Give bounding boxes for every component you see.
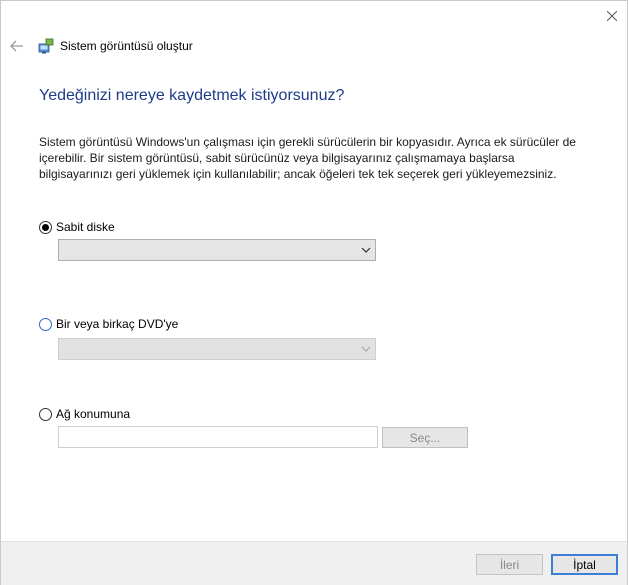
hard-disk-dropdown[interactable] [58, 239, 376, 261]
back-arrow-icon [10, 40, 23, 52]
next-button: İleri [476, 554, 543, 575]
network-radio[interactable] [39, 407, 52, 421]
system-image-icon [38, 38, 54, 54]
window-title: Sistem görüntüsü oluştur [60, 39, 193, 53]
chevron-down-icon [361, 346, 371, 352]
dialog-footer: İleri İptal [1, 541, 627, 585]
description-text: Sistem görüntüsü Windows'un çalışması iç… [39, 135, 576, 181]
network-path-input [58, 426, 378, 448]
dvd-dropdown [58, 338, 376, 360]
dialog-window: Sistem görüntüsü oluştur Yedeğinizi nere… [0, 0, 628, 585]
dvd-label[interactable]: Bir veya birkaç DVD'ye [56, 317, 178, 331]
dvd-radio[interactable] [39, 317, 52, 331]
dvd-option[interactable]: Bir veya birkaç DVD'ye [39, 317, 178, 331]
hard-disk-label[interactable]: Sabit diske [56, 220, 115, 234]
chevron-down-icon [361, 247, 371, 253]
close-button[interactable] [599, 6, 625, 26]
network-option[interactable]: Ağ konumuna [39, 407, 130, 421]
cancel-button[interactable]: İptal [551, 554, 618, 575]
page-heading: Yedeğinizi nereye kaydetmek istiyorsunuz… [39, 87, 345, 104]
close-icon [607, 11, 617, 21]
hard-disk-radio[interactable] [39, 220, 52, 234]
back-button[interactable] [8, 37, 26, 55]
hard-disk-option[interactable]: Sabit diske [39, 220, 115, 234]
browse-button: Seç... [382, 427, 468, 448]
network-label[interactable]: Ağ konumuna [56, 407, 130, 421]
